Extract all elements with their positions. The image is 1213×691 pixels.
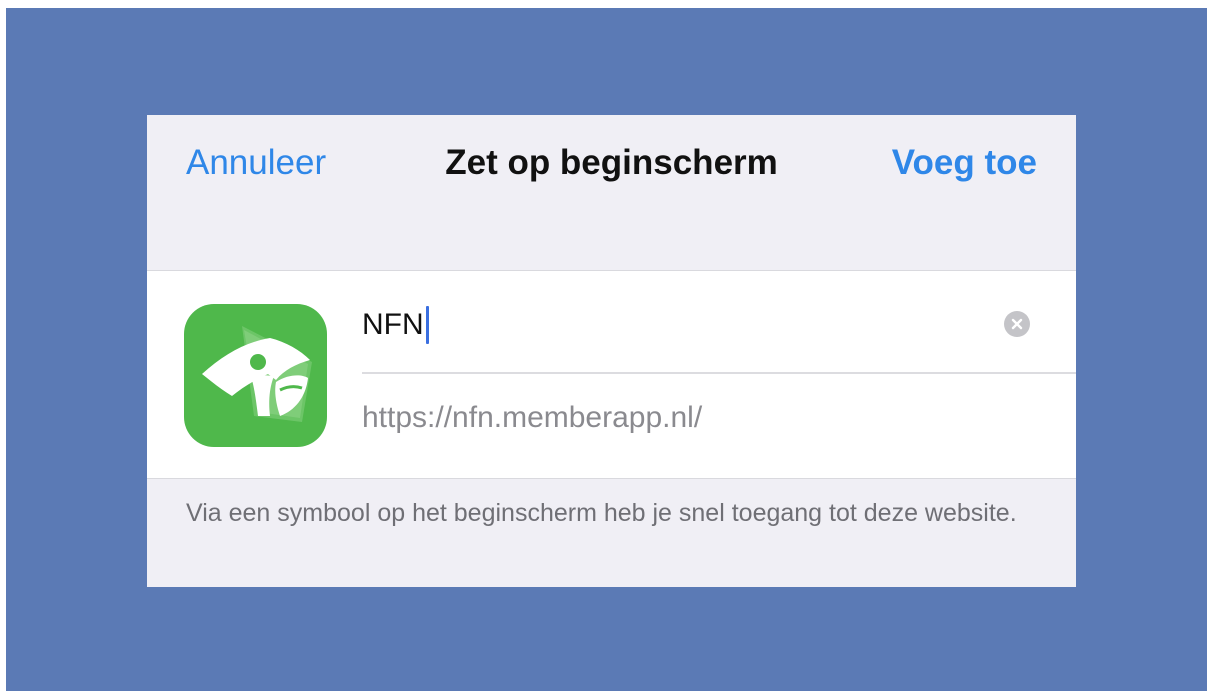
name-row: NFN <box>362 271 1076 374</box>
nfn-app-icon <box>184 304 327 447</box>
navigation-bar: Zet op beginscherm Annuleer Voeg toe <box>147 115 1076 270</box>
name-field-value: NFN <box>362 308 424 341</box>
footer-note: Via een symbool op het beginscherm heb j… <box>186 499 1017 527</box>
bookmark-form: NFN https://nfn.memberapp.nl/ <box>147 270 1076 479</box>
add-to-home-screen-sheet: Zet op beginscherm Annuleer Voeg toe NFN… <box>147 115 1076 587</box>
add-button[interactable]: Voeg toe <box>892 143 1037 183</box>
url-label: https://nfn.memberapp.nl/ <box>362 401 703 434</box>
text-caret <box>425 306 429 344</box>
clear-circle-icon[interactable] <box>1004 311 1030 337</box>
cancel-button[interactable]: Annuleer <box>186 143 326 183</box>
name-field[interactable]: NFN <box>362 306 429 344</box>
